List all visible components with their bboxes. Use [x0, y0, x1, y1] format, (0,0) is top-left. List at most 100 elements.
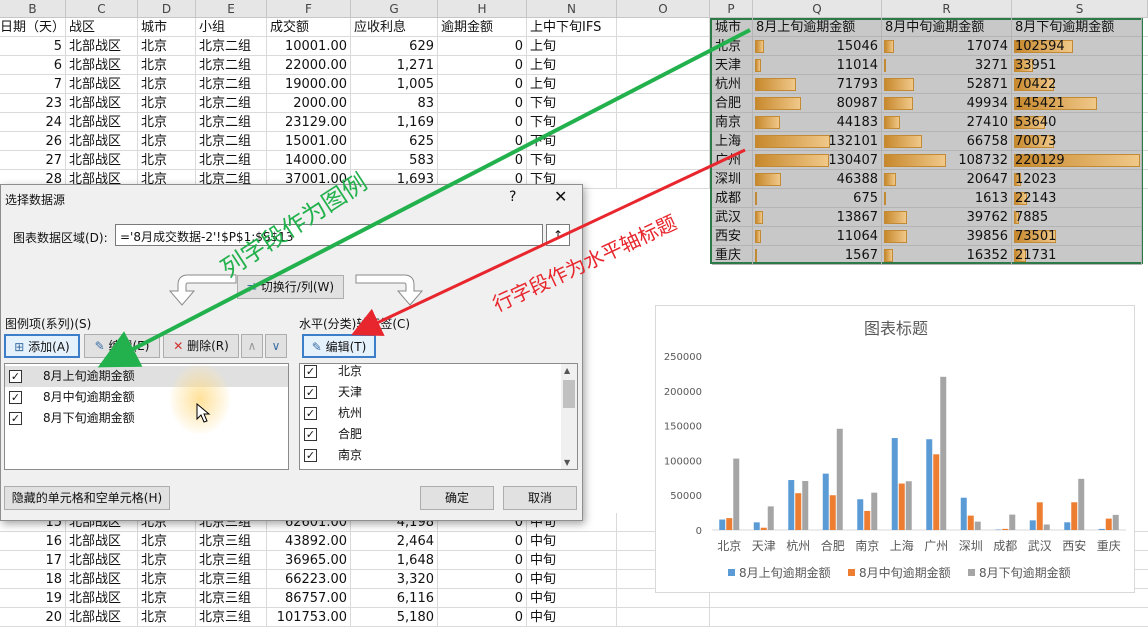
summary-cell[interactable]: 108732 [882, 151, 1012, 170]
table-cell[interactable]: 6 [0, 56, 66, 75]
table-cell[interactable]: 583 [351, 151, 438, 170]
summary-cell[interactable]: 13867 [753, 208, 882, 227]
table-cell[interactable]: 北京 [138, 589, 196, 608]
summary-cell[interactable]: 西安 [712, 227, 753, 246]
table-cell[interactable]: 18 [0, 570, 66, 589]
col-header-H[interactable]: H [438, 0, 527, 18]
table-cell[interactable]: 1,169 [351, 113, 438, 132]
table-cell[interactable]: 北部战区 [66, 132, 138, 151]
table-cell[interactable]: 北京二组 [196, 151, 267, 170]
table-cell[interactable]: 下旬 [527, 132, 617, 151]
cancel-button[interactable]: 取消 [503, 486, 577, 510]
col-header-O[interactable]: O [617, 0, 710, 18]
header-cell-city[interactable]: 城市 [138, 18, 196, 37]
table-cell[interactable]: 中旬 [527, 608, 617, 627]
category-listbox[interactable]: ✓ 北京 ✓ 天津 ✓ 杭州 ✓ 合肥 ✓ 南京 ▲ ▼ [299, 363, 578, 470]
summary-cell[interactable]: 52871 [882, 75, 1012, 94]
summary-cell[interactable]: 130407 [753, 151, 882, 170]
summary-cell[interactable]: 220129 [1012, 151, 1142, 170]
header-cell-group[interactable]: 小组 [196, 18, 267, 37]
table-cell[interactable]: 0 [438, 113, 527, 132]
summary-cell[interactable]: 重庆 [712, 246, 753, 265]
table-cell[interactable]: 20 [0, 608, 66, 627]
summary-cell[interactable]: 22143 [1012, 189, 1142, 208]
table-cell[interactable]: 北部战区 [66, 532, 138, 551]
table-cell[interactable]: 北部战区 [66, 608, 138, 627]
table-cell[interactable]: 19000.00 [267, 75, 351, 94]
table-cell[interactable]: 北部战区 [66, 551, 138, 570]
summary-cell[interactable]: 8月下旬逾期金额 [1012, 18, 1142, 37]
scroll-up-icon[interactable]: ▲ [564, 366, 570, 375]
table-cell[interactable]: 北部战区 [66, 94, 138, 113]
table-cell[interactable] [617, 132, 710, 151]
summary-cell[interactable]: 71793 [753, 75, 882, 94]
table-cell[interactable] [617, 113, 710, 132]
add-series-button[interactable]: ⊞ 添加(A) [4, 334, 80, 358]
col-header-E[interactable]: E [196, 0, 267, 18]
table-cell[interactable]: 36965.00 [267, 551, 351, 570]
table-cell[interactable]: 上旬 [527, 37, 617, 56]
edit-axis-button[interactable]: ✎ 编辑(T) [302, 334, 376, 358]
summary-cell[interactable]: 70073 [1012, 132, 1142, 151]
table-cell[interactable]: 1,271 [351, 56, 438, 75]
table-cell[interactable]: 下旬 [527, 113, 617, 132]
table-cell[interactable]: 北京二组 [196, 37, 267, 56]
table-cell[interactable]: 中旬 [527, 532, 617, 551]
summary-cell[interactable]: 杭州 [712, 75, 753, 94]
summary-cell[interactable]: 33951 [1012, 56, 1142, 75]
table-cell[interactable]: 0 [438, 608, 527, 627]
col-header-F[interactable]: F [267, 0, 351, 18]
summary-cell[interactable]: 675 [753, 189, 882, 208]
table-cell[interactable]: 上旬 [527, 75, 617, 94]
summary-cell[interactable]: 深圳 [712, 170, 753, 189]
table-cell[interactable]: 7 [0, 75, 66, 94]
table-cell[interactable]: 北京二组 [196, 56, 267, 75]
table-cell[interactable]: 北京三组 [196, 551, 267, 570]
header-cell-period[interactable]: 上中下旬IFS [527, 18, 617, 37]
table-cell[interactable]: 24 [0, 113, 66, 132]
table-cell[interactable]: 5,180 [351, 608, 438, 627]
table-cell[interactable] [617, 75, 710, 94]
table-cell[interactable]: 0 [438, 589, 527, 608]
summary-cell[interactable]: 145421 [1012, 94, 1142, 113]
table-cell[interactable]: 北部战区 [66, 75, 138, 94]
table-cell[interactable] [617, 608, 710, 627]
summary-cell[interactable]: 49934 [882, 94, 1012, 113]
table-cell[interactable]: 66223.00 [267, 570, 351, 589]
table-cell[interactable]: 北京二组 [196, 75, 267, 94]
table-cell[interactable] [617, 56, 710, 75]
summary-cell[interactable]: 南京 [712, 113, 753, 132]
table-cell[interactable]: 19 [0, 589, 66, 608]
header-cell-zone[interactable]: 战区 [66, 18, 138, 37]
table-cell[interactable]: 北京 [138, 132, 196, 151]
table-cell[interactable]: 86757.00 [267, 589, 351, 608]
summary-cell[interactable]: 17074 [882, 37, 1012, 56]
summary-cell[interactable]: 73501 [1012, 227, 1142, 246]
summary-cell[interactable]: 16352 [882, 246, 1012, 265]
summary-cell[interactable]: 27410 [882, 113, 1012, 132]
table-cell[interactable]: 北京 [138, 532, 196, 551]
summary-cell[interactable]: 1613 [882, 189, 1012, 208]
table-cell[interactable] [617, 94, 710, 113]
table-cell[interactable]: 15001.00 [267, 132, 351, 151]
table-cell[interactable]: 101753.00 [267, 608, 351, 627]
col-header-D[interactable]: D [138, 0, 196, 18]
series-listbox[interactable]: ✓ 8月上旬逾期金额 ✓ 8月中旬逾期金额 ✓ 8月下旬逾期金额 [4, 363, 289, 470]
table-cell[interactable]: 北京 [138, 56, 196, 75]
col-header-R[interactable]: R [882, 0, 1012, 18]
table-cell[interactable]: 北部战区 [66, 589, 138, 608]
table-cell[interactable]: 北京二组 [196, 94, 267, 113]
hidden-empty-cells-button[interactable]: 隐藏的单元格和空单元格(H) [4, 486, 170, 510]
table-cell[interactable]: 中旬 [527, 570, 617, 589]
table-cell[interactable]: 北部战区 [66, 56, 138, 75]
header-cell-interest[interactable]: 应收利息 [351, 18, 438, 37]
summary-cell[interactable]: 132101 [753, 132, 882, 151]
checkbox-icon[interactable]: ✓ [304, 449, 317, 462]
table-cell[interactable]: 5 [0, 37, 66, 56]
collapse-dialog-button[interactable]: ↑ [546, 224, 570, 246]
move-down-button[interactable]: ∨ [265, 334, 287, 358]
col-header-C[interactable]: C [66, 0, 138, 18]
table-cell[interactable]: 北京 [138, 570, 196, 589]
table-cell[interactable]: 22000.00 [267, 56, 351, 75]
table-cell[interactable]: 0 [438, 532, 527, 551]
